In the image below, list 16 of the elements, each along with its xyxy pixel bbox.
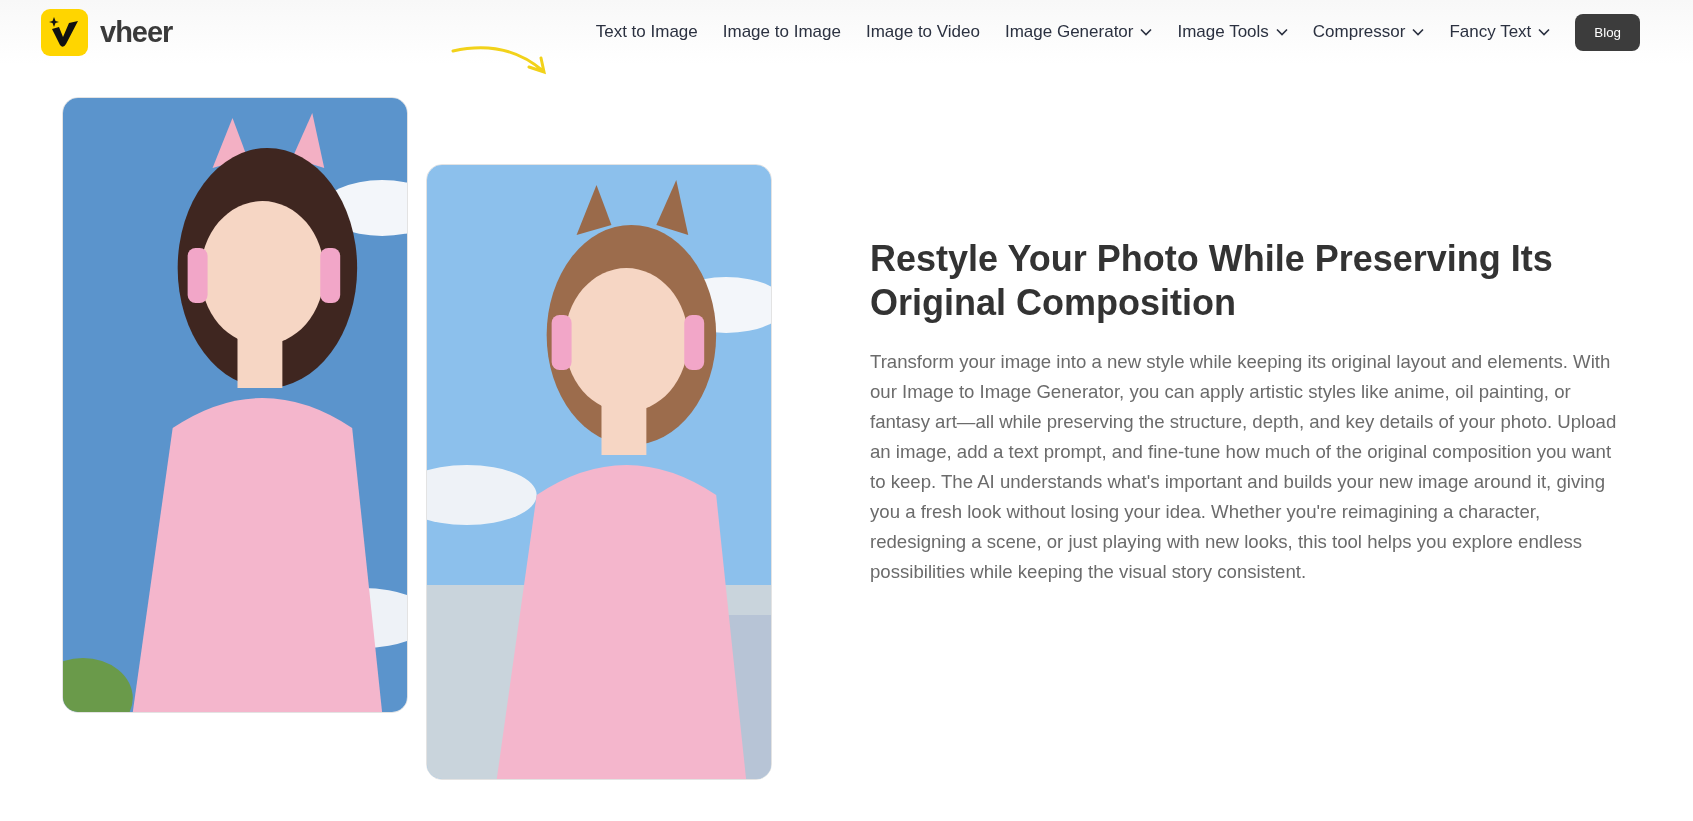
nav-dropdown[interactable]: Image Generator bbox=[1004, 22, 1153, 42]
section-heading: Restyle Your Photo While Preserving Its Original Composition bbox=[870, 237, 1554, 325]
chevron-down-icon bbox=[1412, 28, 1425, 36]
nav-dropdown[interactable]: Compressor bbox=[1312, 22, 1425, 42]
logo-icon[interactable] bbox=[41, 8, 88, 56]
nav-link[interactable]: Image to Image bbox=[722, 22, 841, 42]
blog-button[interactable]: Blog bbox=[1575, 13, 1640, 51]
chevron-down-icon bbox=[1140, 28, 1153, 36]
nav-dropdown[interactable]: Fancy Text bbox=[1449, 22, 1551, 42]
nav-dropdown[interactable]: Image Tools bbox=[1177, 22, 1288, 42]
chevron-down-icon bbox=[1538, 28, 1551, 36]
section-paragraph: Transform your image into a new style while keeping its original layout and elements. With our Image to Image Generator, you can apply artistic styles like anime, oil painting, or fantasy art—all while preserving the structure, depth, and key details of your photo. Upload an image, add a text prompt, and fine-tune how much of the original composition you want to keep. The AI understands what's important and builds your new image around it, giving you a fresh look without losing your idea. Whether you're reimagining a character, redesigning a scene, or just playing with new looks, this tool helps you explore endless possibilities while keeping the visual story consistent. bbox=[870, 350, 1618, 584]
nav-link[interactable]: Image to Video bbox=[865, 22, 980, 42]
chevron-down-icon bbox=[1275, 28, 1288, 36]
nav-link[interactable]: Text to Image bbox=[595, 22, 698, 42]
logo-text: vheer bbox=[100, 15, 173, 49]
